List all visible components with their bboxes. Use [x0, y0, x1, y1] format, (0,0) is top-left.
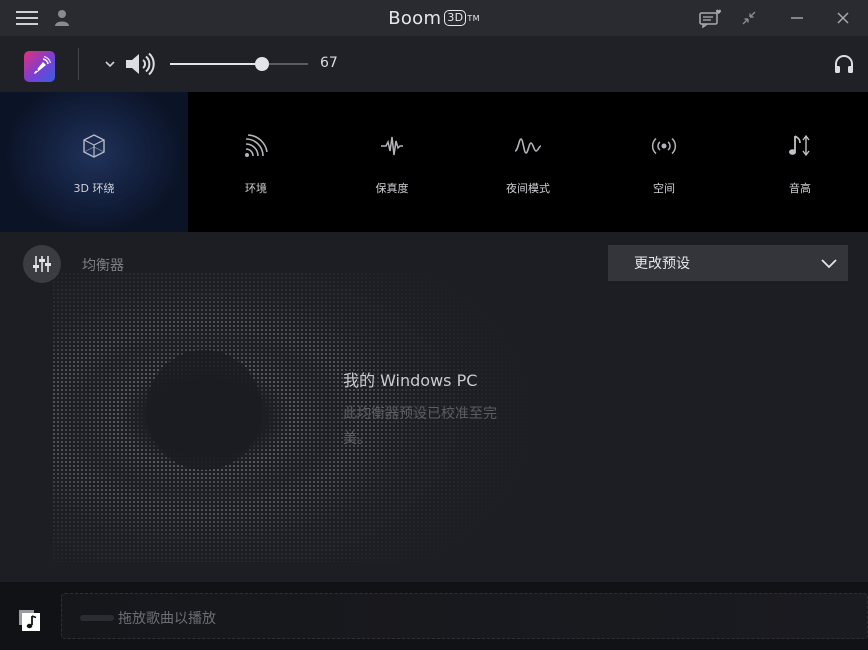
collapse-icon[interactable] [738, 0, 760, 36]
app-logo-icon[interactable] [24, 51, 55, 82]
preset-label: 更改预设 [634, 256, 690, 272]
preset-dropdown[interactable]: 更改预设 [608, 245, 848, 281]
tab-label: 夜间模式 [506, 182, 550, 195]
tab-label: 音高 [789, 182, 811, 195]
tab-label: 空间 [653, 182, 675, 195]
tab-fidelity[interactable]: 保真度 [324, 92, 460, 232]
effects-tabs: 3D 环绕 环境 保真度 夜间模式 空间 音高 [0, 92, 868, 232]
tab-ambience[interactable]: 环境 [188, 92, 324, 232]
preset-message-body: 此均衡器预设已校准至完美。 [343, 406, 497, 447]
volume-value: 67 [320, 55, 338, 71]
cube-icon [79, 132, 109, 160]
headphones-icon[interactable] [832, 53, 856, 75]
player-bar: 拖放歌曲以播放 [0, 582, 868, 650]
tab-label: 环境 [245, 182, 267, 195]
pitch-icon [785, 132, 815, 160]
minimize-icon[interactable] [786, 0, 808, 36]
tab-label: 保真度 [375, 182, 409, 195]
equalizer-panel: 均衡器 更改预设 我的 Windows PC 此均衡器预设已校准至完美。 [0, 232, 868, 582]
tab-pitch[interactable]: 音高 [732, 92, 868, 232]
divider [78, 48, 79, 80]
preset-message-title: 我的 Windows PC [343, 371, 478, 390]
volume-bar: 67 [0, 36, 868, 92]
spatial-icon [649, 132, 679, 160]
chevron-down-icon[interactable] [102, 56, 118, 72]
title-bar: Boom 3D TM [0, 0, 868, 36]
tab-night-mode[interactable]: 夜间模式 [460, 92, 596, 232]
tab-3d-surround[interactable]: 3D 环绕 [0, 92, 188, 232]
volume-slider-thumb[interactable] [255, 57, 270, 71]
feedback-heart-icon[interactable] [697, 0, 723, 36]
fidelity-wave-icon [377, 132, 407, 160]
volume-slider-fill [170, 63, 263, 65]
song-drop-zone[interactable]: 拖放歌曲以播放 [61, 593, 868, 639]
ambience-waves-icon [241, 132, 271, 160]
night-mode-wave-icon [513, 132, 543, 160]
tab-label: 3D 环绕 [73, 182, 115, 195]
speaker-icon[interactable] [124, 51, 158, 77]
close-icon[interactable] [832, 0, 854, 36]
volume-slider[interactable] [170, 57, 308, 71]
app-title-badge: 3D [444, 10, 467, 26]
tab-spatial[interactable]: 空间 [596, 92, 732, 232]
drop-zone-text: 拖放歌曲以播放 [118, 611, 216, 627]
music-note-icon[interactable] [18, 608, 42, 632]
app-title-text: Boom [388, 7, 442, 29]
app-title-tm: TM [467, 13, 480, 23]
chevron-down-icon [820, 255, 838, 271]
drop-zone-shimmer [80, 615, 114, 621]
